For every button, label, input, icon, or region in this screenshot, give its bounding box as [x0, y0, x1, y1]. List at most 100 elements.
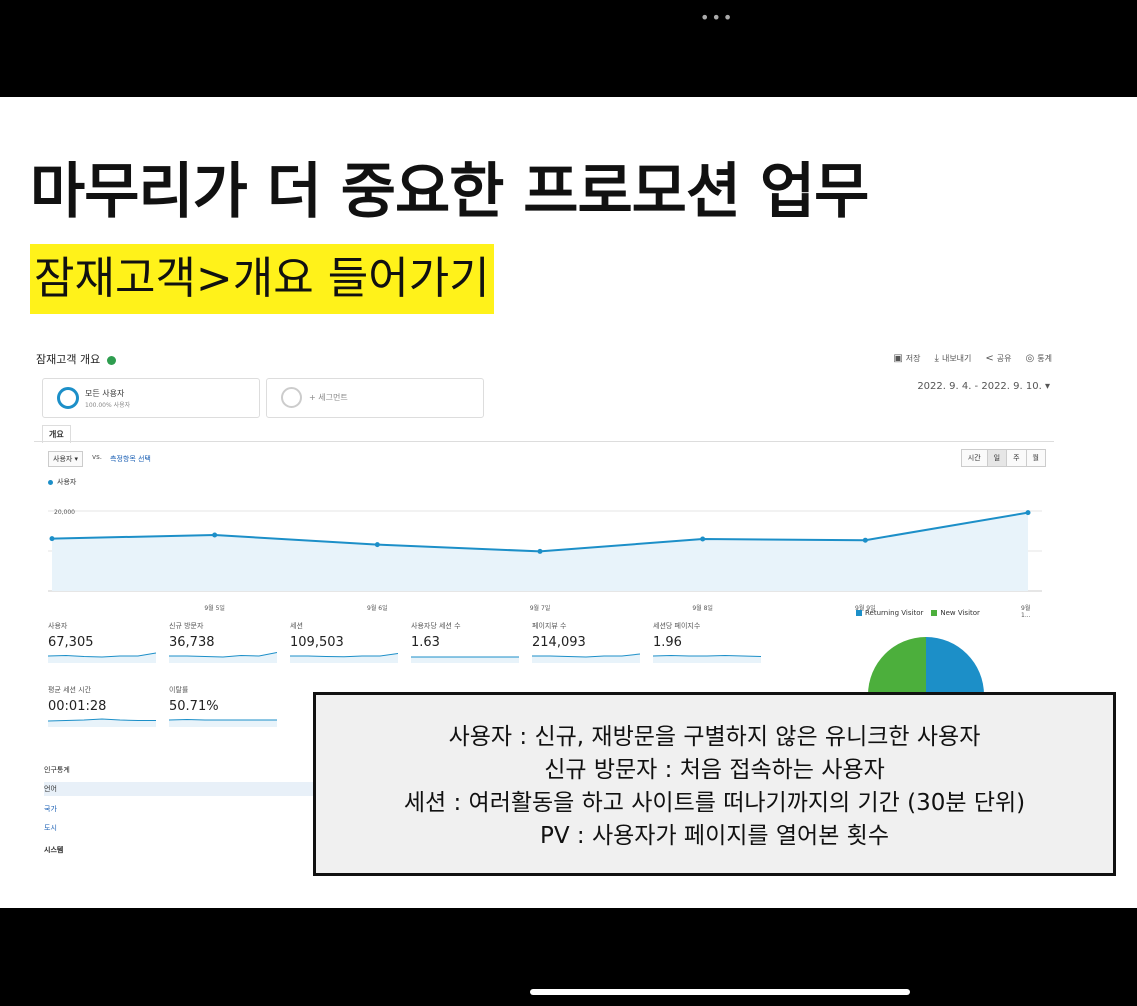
metric-card: 이탈률 50.71% [169, 685, 279, 729]
insights-icon: ◎ [1025, 353, 1035, 364]
segment-label: 모든 사용자 [85, 389, 125, 398]
data-point [1025, 510, 1031, 516]
sparkline-fill [169, 652, 277, 663]
x-tick-label: 9월 7일 [529, 605, 551, 612]
metric-card: 신규 방문자 36,738 [169, 621, 279, 665]
choose-metric-link[interactable]: 측정항목 선택 [110, 454, 151, 464]
vs-label: vs. [92, 453, 103, 461]
new-swatch [931, 610, 938, 616]
metric-value: 1.96 [653, 635, 682, 650]
metric-label: 이탈률 [169, 686, 189, 694]
more-dots-icon[interactable]: ••• [700, 8, 734, 27]
export-icon: ⤓ [934, 353, 939, 364]
home-indicator[interactable] [530, 989, 910, 995]
pie-legend-new: New Visitor [931, 609, 980, 617]
period-day-button[interactable]: 일 [986, 450, 1007, 466]
data-point [374, 542, 380, 548]
metric-sparkline [290, 653, 398, 663]
chart-legend: 사용자 [48, 477, 76, 487]
demo-row-language[interactable]: 언어 [44, 782, 314, 796]
share-button[interactable]: < 공유 [985, 353, 1011, 364]
demographics-header: 인구통계 [44, 766, 70, 774]
add-segment-button[interactable]: + 세그먼트 [266, 378, 484, 418]
x-tick-label: 9월 8일 [692, 605, 713, 612]
callout-line-users: 사용자 : 신규, 재방문을 구별하지 않은 유니크한 사용자 [448, 724, 981, 750]
sparkline-fill [48, 653, 156, 663]
sparkline-fill [290, 653, 398, 663]
metric-card: 사용자 67,305 [48, 621, 158, 665]
sparkline-fill [169, 719, 277, 727]
ga-toolbar: ▣ 저장 ⤓ 내보내기 < 공유 ◎ 통계 [893, 353, 1052, 364]
metric-label: 페이지뷰 수 [532, 622, 567, 630]
data-point [862, 537, 868, 543]
metric-label: 세션 [290, 622, 303, 630]
slide: 마무리가 더 중요한 프로모션 업무 잠재고객>개요 들어가기 잠재고객 개요 … [0, 97, 1137, 908]
demo-row-city[interactable]: 도시 [44, 823, 57, 833]
metric-value: 1.63 [411, 635, 440, 650]
save-icon: ▣ [893, 353, 903, 364]
period-month-button[interactable]: 월 [1025, 450, 1045, 466]
empty-segment-icon [281, 387, 302, 408]
data-point [700, 536, 706, 542]
segment-sub: 100.00% 사용자 [85, 402, 131, 409]
metric-label: 신규 방문자 [169, 622, 204, 630]
definition-callout: 사용자 : 신규, 재방문을 구별하지 않은 유니크한 사용자 신규 방문자 :… [313, 692, 1116, 876]
segment-all-users[interactable]: 모든 사용자 100.00% 사용자 [42, 378, 260, 418]
pie-legend: Returning Visitor New Visitor [856, 609, 980, 617]
ga-page-title: 잠재고객 개요 [36, 351, 116, 367]
metric-sparkline [169, 718, 277, 727]
metric-sparkline [532, 653, 640, 663]
metric-sparkline [48, 652, 156, 663]
save-button[interactable]: ▣ 저장 [893, 353, 920, 364]
metric-select[interactable]: 사용자 ▾ [48, 451, 84, 467]
metric-select-value: 사용자 [53, 455, 73, 463]
callout-line-sessions: 세션 : 여러활동을 하고 사이트를 떠나기까지의 기간 (30분 단위) [403, 790, 1026, 816]
save-label: 저장 [905, 354, 921, 363]
returning-swatch [856, 610, 862, 616]
data-point [537, 548, 543, 554]
metric-sparkline [411, 656, 519, 663]
callout-line-new-visitors: 신규 방문자 : 처음 접속하는 사용자 [544, 757, 885, 783]
date-range-text: 2022. 9. 4. - 2022. 9. 10. [917, 381, 1042, 392]
slide-subtitle: 잠재고객>개요 들어가기 [30, 244, 494, 314]
insights-label: 통계 [1037, 354, 1052, 363]
segment-ring-icon [57, 387, 79, 409]
demo-row-country[interactable]: 국가 [44, 804, 57, 814]
tab-divider [34, 441, 1054, 442]
users-line-chart: 20,00010,000 [48, 509, 1042, 592]
system-header: 시스템 [44, 846, 64, 854]
period-toggle: 시간 일 주 월 [960, 449, 1046, 467]
export-button[interactable]: ⤓ 내보내기 [935, 353, 972, 364]
x-tick-label: 9월 6일 [367, 605, 388, 612]
metric-label: 평균 세션 시간 [48, 686, 92, 694]
sparkline-line [169, 718, 277, 721]
legend-dot-icon [48, 479, 53, 485]
metric-value: 214,093 [532, 635, 586, 650]
returning-label: Returning Visitor [865, 609, 924, 617]
insights-button[interactable]: ◎ 통계 [1026, 353, 1052, 364]
share-label: 공유 [996, 354, 1012, 363]
date-range-picker[interactable]: 2022. 9. 4. - 2022. 9. 10. ▾ [917, 381, 1050, 392]
share-icon: < [985, 353, 994, 364]
metric-card: 사용자당 세션 수 1.63 [411, 621, 521, 665]
period-hour-button[interactable]: 시간 [961, 450, 987, 466]
metric-card: 세션 109,503 [290, 621, 400, 665]
callout-line-pv: PV : 사용자가 페이지를 열어본 횟수 [540, 823, 889, 849]
data-point [212, 532, 218, 538]
metric-label: 사용자 [48, 622, 68, 630]
metric-card: 페이지뷰 수 214,093 [532, 621, 642, 665]
pie-legend-returning: Returning Visitor [856, 609, 923, 617]
ga-page-title-text: 잠재고객 개요 [36, 353, 101, 366]
metric-sparkline [653, 654, 761, 663]
x-tick-label: 9월 5일 [204, 605, 225, 612]
verified-shield-icon [106, 355, 116, 365]
metric-value: 67,305 [48, 635, 94, 650]
metric-value: 36,738 [169, 635, 215, 650]
slide-title: 마무리가 더 중요한 프로모션 업무 [30, 157, 869, 227]
new-label: New Visitor [940, 609, 980, 617]
add-segment-label: + 세그먼트 [309, 393, 348, 402]
metric-sparkline [169, 652, 277, 663]
period-week-button[interactable]: 주 [1006, 450, 1026, 466]
metric-value: 109,503 [290, 635, 344, 650]
metric-value: 00:01:28 [48, 699, 107, 714]
